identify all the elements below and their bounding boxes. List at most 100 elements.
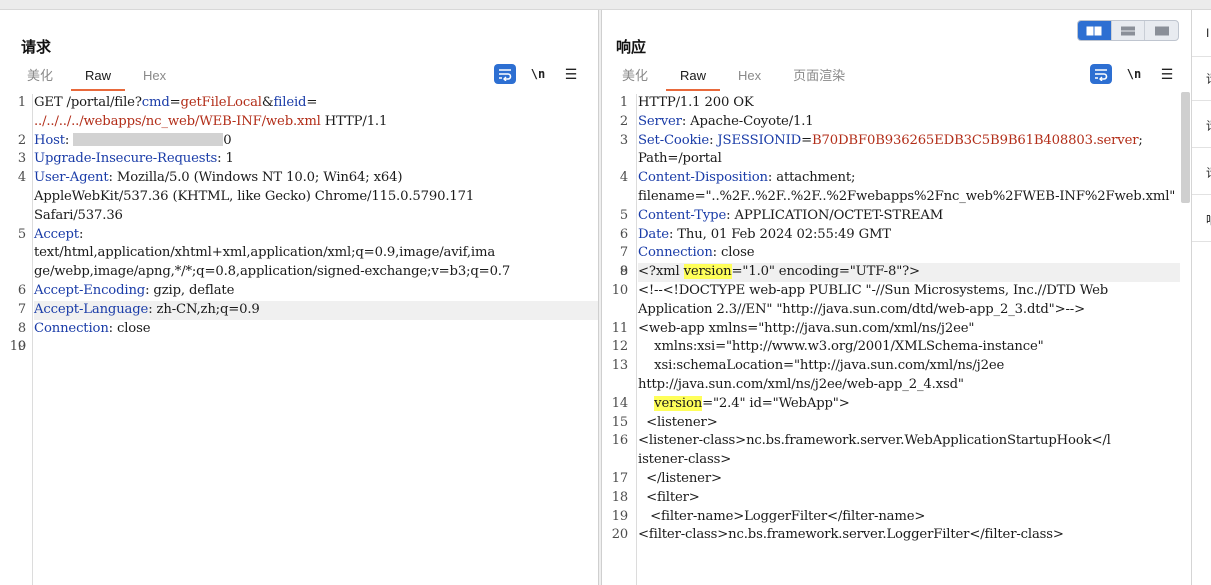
tab-hex[interactable]: Hex — [722, 65, 777, 89]
code-line: Safari/537.36 — [34, 207, 598, 226]
request-panel: 请求 美化 Raw Hex \n ☰ 1 GET /portal/file?cmd=g… — [0, 10, 599, 585]
request-lines: 1 GET /portal/file?cmd=getFileLocal&filei… — [10, 94, 598, 354]
line-number: 10 — [611, 282, 628, 298]
code-text: AppleWebKit/537.36 (KHTML, like Gecko) C… — [34, 188, 475, 204]
inspector-section[interactable]: 响 — [1192, 195, 1211, 242]
response-scrollbar[interactable] — [1181, 92, 1190, 203]
code-line: 15 <listener> — [612, 414, 1180, 433]
code-line: 12 xmlns:xsi="http://www.w3.org/2001/XML… — [612, 338, 1180, 357]
request-editor[interactable]: 1 GET /portal/file?cmd=getFileLocal&filei… — [0, 94, 598, 585]
single-pane-icon[interactable] — [1145, 21, 1178, 40]
request-tabs: 美化 Raw Hex — [11, 65, 182, 91]
code-line: 2 Host: 0 — [18, 132, 598, 151]
code-text: <!--<!DOCTYPE web-app PUBLIC "-//Sun Mic… — [638, 282, 1109, 298]
code-text: : — [64, 132, 74, 148]
word-wrap-icon[interactable] — [494, 64, 516, 84]
response-lines: 1 HTTP/1.1 200 OK 2 Server: Apache-Coyote/1… — [612, 94, 1180, 545]
line-number: 11 — [611, 320, 628, 336]
code-text: text/html,application/xhtml+xml,applicat… — [34, 245, 496, 261]
layout-toggle — [1077, 20, 1179, 41]
code-line: filename="..%2F..%2F..%2F..%2Fwebapps%2F… — [638, 188, 1180, 207]
code-line: 1 HTTP/1.1 200 OK — [620, 94, 1180, 113]
line-number: 17 — [611, 470, 628, 486]
code-text: = — [169, 95, 181, 110]
code-line: 1 GET /portal/file?cmd=getFileLocal&filei… — [18, 94, 598, 113]
param-value: B70DBF0B936265EDB3C5B9B61B408803.server — [811, 132, 1139, 148]
line-number: 5 — [17, 226, 26, 242]
hamburger-menu-icon[interactable]: ☰ — [1156, 64, 1178, 84]
code-text: : close — [712, 245, 755, 261]
show-newlines-button[interactable]: \n — [527, 64, 549, 84]
split-horizontal-icon[interactable] — [1078, 21, 1112, 40]
line-number: 10 — [9, 339, 26, 355]
response-tabs: 美化 Raw Hex 页面渲染 — [606, 65, 861, 91]
code-text: ge/webp,image/apng,*/*;q=0.8,application… — [34, 264, 511, 280]
header-name: Set-Cookie — [638, 132, 710, 148]
code-text: HTTP/1.1 — [320, 113, 388, 129]
word-wrap-icon[interactable] — [1090, 64, 1112, 84]
code-text: Safari/537.36 — [34, 207, 123, 223]
code-line: 13 xsi:schemaLocation="http://java.sun.c… — [612, 357, 1180, 376]
search-match: version — [654, 395, 703, 411]
code-line: 11 <web-app xmlns="http://java.sun.com/xm… — [612, 320, 1180, 339]
code-text: : zh-CN,zh;q=0.9 — [148, 301, 260, 317]
line-number: 9 — [619, 264, 628, 280]
request-title: 请求 — [21, 39, 52, 56]
code-text: xsi:schemaLocation="http://java.sun.com/… — [638, 358, 1005, 374]
tab-pretty[interactable]: 美化 — [606, 65, 664, 89]
line-number: 7 — [619, 245, 628, 261]
line-number: 3 — [17, 151, 26, 167]
header-name: fileid — [273, 95, 307, 110]
tab-render[interactable]: 页面渲染 — [777, 65, 861, 89]
response-panel: 响应 美化 Raw Hex 页面渲染 \n ☰ 1 HTTP/1.1 200 OK 2 Se… — [601, 10, 1191, 585]
tab-hex[interactable]: Hex — [127, 65, 182, 89]
code-text: istener-class> — [638, 452, 732, 468]
line-number: 4 — [619, 170, 628, 186]
code-line: 6 Accept-Encoding: gzip, deflate — [18, 282, 598, 301]
code-text: Application 2.3//EN" "http://java.sun.co… — [638, 301, 1086, 317]
split-vertical-icon[interactable] — [1112, 21, 1146, 40]
inspector-section[interactable]: I — [1192, 10, 1211, 57]
code-text: Path=/portal — [638, 151, 722, 167]
code-line: AppleWebKit/537.36 (KHTML, like Gecko) C… — [34, 188, 598, 207]
header-name: cmd — [141, 95, 170, 110]
tab-raw[interactable]: Raw — [664, 65, 722, 91]
line-number: 1 — [619, 95, 628, 110]
code-line: 7 Connection: close — [620, 244, 1180, 263]
inspector-section-label: 请 — [1206, 164, 1211, 181]
code-text: ; — [1138, 132, 1143, 148]
inspector-section[interactable]: 请 — [1192, 148, 1211, 195]
tab-raw[interactable]: Raw — [69, 65, 127, 91]
code-line: ../../../../webapps/nc_web/WEB-INF/web.x… — [34, 113, 598, 132]
code-line: 5 Content-Type: APPLICATION/OCTET-STREAM — [620, 207, 1180, 226]
response-title: 响应 — [616, 39, 647, 56]
inspector-section[interactable]: 请 — [1192, 101, 1211, 148]
header-name: Upgrade-Insecure-Requests — [34, 151, 218, 167]
param-value: getFileLocal — [180, 95, 262, 110]
tab-pretty[interactable]: 美化 — [11, 65, 69, 89]
inspector-section[interactable]: 请 — [1192, 54, 1211, 101]
code-text: <filter-name>LoggerFilter</filter-name> — [638, 508, 926, 524]
code-line: 14 version="2.4" id="WebApp"> — [612, 395, 1180, 414]
code-text: : Apache-Coyote/1.1 — [681, 113, 814, 129]
header-name: Content-Type — [638, 207, 727, 223]
code-text: ="2.4" id="WebApp"> — [702, 395, 850, 411]
code-line: http://java.sun.com/xml/ns/j2ee/web-app_… — [638, 376, 1180, 395]
code-text: HTTP/1.1 200 OK — [638, 95, 754, 110]
code-text: : gzip, deflate — [145, 282, 235, 298]
header-name: User-Agent — [34, 170, 109, 186]
response-editor[interactable]: 1 HTTP/1.1 200 OK 2 Server: Apache-Coyote/1… — [602, 94, 1180, 585]
header-name: Host — [34, 132, 65, 148]
show-newlines-button[interactable]: \n — [1123, 64, 1145, 84]
code-line: <filter-class>nc.bs.framework.server.Log… — [638, 526, 1180, 545]
code-text: </listener> — [638, 470, 722, 486]
code-text: : — [78, 226, 84, 242]
code-text: <filter> — [638, 489, 700, 505]
code-text: <?xml — [638, 264, 684, 280]
code-line: 9 <?xml version="1.0" encoding="UTF-8"?> — [620, 263, 1180, 282]
header-name: JSESSIONID — [717, 132, 802, 148]
line-number: 6 — [17, 282, 26, 298]
response-toolbar: \n ☰ — [1090, 64, 1189, 84]
code-line: <listener-class>nc.bs.framework.server.W… — [638, 432, 1180, 451]
hamburger-menu-icon[interactable]: ☰ — [560, 64, 582, 84]
